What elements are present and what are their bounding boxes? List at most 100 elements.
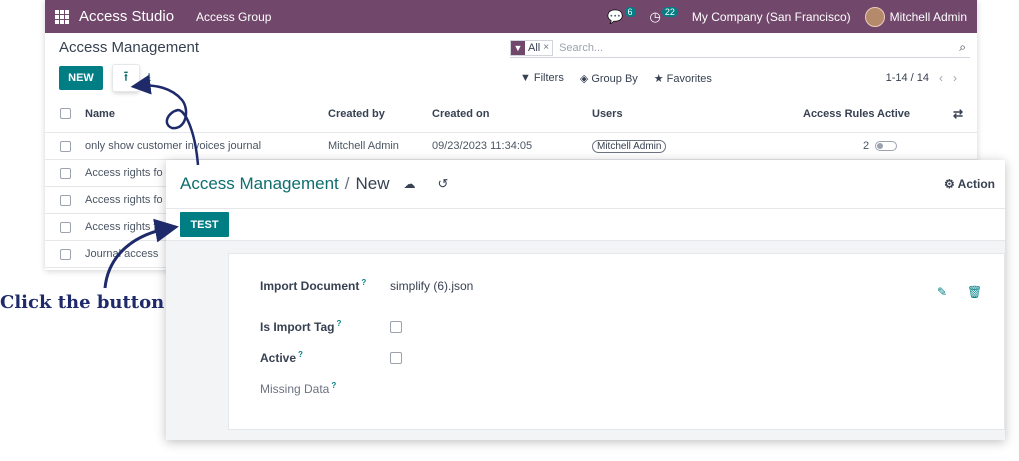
pager: 1-14 / 14 ‹ › — [886, 71, 957, 85]
form-window: Access Management / New ☁ ↺ ⚙ Action TES… — [166, 160, 1005, 440]
upload-icon: ⭱ — [123, 68, 129, 84]
trash-icon[interactable]: 🗑 — [967, 285, 982, 299]
avatar — [864, 6, 885, 27]
row-user-tag: Mitchell Admin — [592, 139, 667, 153]
action-label: Action — [957, 177, 995, 191]
row-name: only show customer invoices journal — [85, 140, 262, 152]
nav-menu-access-group[interactable]: Access Group — [196, 10, 271, 24]
form-sheet: Import Document? simplify (6).json ✎ 🗑 I… — [228, 253, 1005, 430]
search-facet[interactable]: ▼ All × — [510, 39, 554, 56]
group-by-button[interactable]: ◈ Group By — [580, 72, 638, 85]
activity-badge: 22 — [661, 6, 678, 17]
row-checkbox[interactable] — [60, 221, 71, 233]
control-panel-bottom: NEW ⭱ ⭳ ▼ Filters ◈ Group By ★ Favorites 1-… — [45, 61, 977, 95]
col-name[interactable]: Name — [85, 108, 115, 120]
row-name: Access rights fo — [85, 194, 163, 206]
field-is-import-tag: Is Import Tag? — [260, 319, 402, 334]
row-access-rules: 2 — [863, 140, 870, 152]
field-label: Is Import Tag? — [260, 319, 390, 334]
row-name: Access rights fo — [85, 221, 163, 233]
form-breadcrumb-separator: / — [344, 174, 350, 193]
row-name: Journal access — [85, 248, 159, 260]
col-active[interactable]: Active — [877, 108, 910, 120]
activity-button[interactable]: ◷ 22 — [649, 6, 678, 25]
select-all-checkbox[interactable] — [60, 108, 71, 119]
save-cloud-icon[interactable]: ☁ — [404, 177, 416, 191]
pager-value[interactable]: 1-14 / 14 — [886, 72, 929, 84]
filters-label: Filters — [533, 71, 564, 84]
table-header: Name Created by Created on Users Access … — [45, 95, 977, 133]
group-by-label: Group By — [591, 72, 638, 85]
company-switcher[interactable]: My Company (San Francisco) — [692, 10, 851, 24]
field-import-document: Import Document? simplify (6).json — [260, 278, 473, 293]
clock-icon: ◷ — [649, 8, 661, 24]
help-tooltip-icon[interactable]: ? — [336, 319, 341, 328]
field-active: Active? — [260, 350, 402, 365]
form-breadcrumb-current: New — [355, 174, 390, 193]
annotation-callout: Click the button — [0, 292, 165, 313]
test-button[interactable]: TEST — [180, 212, 229, 237]
optional-columns-icon[interactable]: ⇄ — [953, 107, 963, 121]
active-label: Active — [260, 351, 297, 365]
row-name: Access rights fo — [85, 167, 163, 179]
form-statusbar: TEST — [166, 208, 1005, 241]
help-tooltip-icon[interactable]: ? — [331, 381, 336, 390]
new-button[interactable]: NEW — [59, 66, 103, 90]
discard-undo-icon[interactable]: ↺ — [438, 176, 449, 192]
pager-prev-icon[interactable]: ‹ — [939, 71, 943, 85]
is-import-tag-checkbox[interactable] — [390, 320, 402, 333]
messages-button[interactable]: 💬 6 — [607, 6, 636, 25]
download-icon[interactable]: ⭳ — [147, 68, 151, 89]
star-icon: ★ — [653, 72, 664, 85]
search-icon[interactable]: ⌕ — [959, 40, 966, 55]
facet-remove-icon[interactable]: × — [543, 42, 552, 53]
search-input[interactable]: Search... — [559, 42, 603, 54]
upload-button[interactable]: ⭱ — [113, 65, 139, 91]
import-document-value[interactable]: simplify (6).json — [390, 279, 473, 293]
row-created-by: Mitchell Admin — [328, 140, 399, 152]
app-menu-grid-icon[interactable] — [55, 9, 69, 24]
help-tooltip-icon[interactable]: ? — [361, 278, 366, 287]
field-label: Active? — [260, 350, 390, 365]
is-import-tag-label: Is Import Tag — [260, 320, 335, 334]
search-bar[interactable]: ▼ All × Search... ⌕ — [510, 38, 970, 58]
row-active-toggle[interactable] — [875, 141, 897, 151]
app-name[interactable]: Access Studio — [79, 8, 174, 25]
col-created-by[interactable]: Created by — [328, 108, 385, 120]
facet-value: All — [528, 41, 541, 54]
messages-badge: 6 — [624, 6, 636, 17]
favorites-label: Favorites — [666, 72, 712, 85]
field-label: Missing Data? — [260, 381, 390, 396]
pencil-icon[interactable]: ✎ — [937, 285, 947, 299]
pager-next-icon[interactable]: › — [953, 71, 957, 85]
field-missing-data: Missing Data? — [260, 381, 390, 396]
row-checkbox[interactable] — [60, 194, 71, 206]
row-created-on: 09/23/2023 11:34:05 — [432, 140, 533, 152]
layers-icon: ◈ — [579, 72, 589, 85]
table-row[interactable]: only show customer invoices journal Mitc… — [45, 133, 977, 160]
filters-button[interactable]: ▼ Filters — [520, 72, 564, 85]
missing-data-label: Missing Data — [260, 382, 330, 396]
active-checkbox[interactable] — [390, 351, 402, 364]
col-created-on[interactable]: Created on — [432, 108, 489, 120]
col-users[interactable]: Users — [592, 108, 623, 120]
gear-icon: ⚙ — [944, 177, 955, 191]
col-access-rules[interactable]: Access Rules — [803, 108, 875, 120]
row-checkbox[interactable] — [60, 248, 71, 260]
filter-icon: ▼ — [511, 40, 525, 55]
form-header: Access Management / New ☁ ↺ ⚙ Action — [166, 160, 1005, 208]
list-breadcrumb: Access Management — [59, 38, 200, 56]
funnel-icon: ▼ — [520, 71, 531, 84]
import-document-label: Import Document — [260, 279, 360, 293]
row-checkbox[interactable] — [60, 167, 71, 179]
user-menu[interactable]: Mitchell Admin — [864, 6, 967, 27]
top-navbar: Access Studio Access Group 💬 6 ◷ 22 My C… — [45, 0, 977, 33]
field-label: Import Document? — [260, 278, 390, 293]
favorites-button[interactable]: ★ Favorites — [654, 72, 712, 85]
form-breadcrumb-parent[interactable]: Access Management — [180, 174, 339, 194]
row-checkbox[interactable] — [60, 140, 71, 152]
control-panel-top: Access Management ▼ All × Search... ⌕ — [45, 33, 977, 61]
chat-icon: 💬 — [607, 8, 624, 24]
action-menu-button[interactable]: ⚙ Action — [944, 177, 995, 191]
help-tooltip-icon[interactable]: ? — [298, 350, 303, 359]
